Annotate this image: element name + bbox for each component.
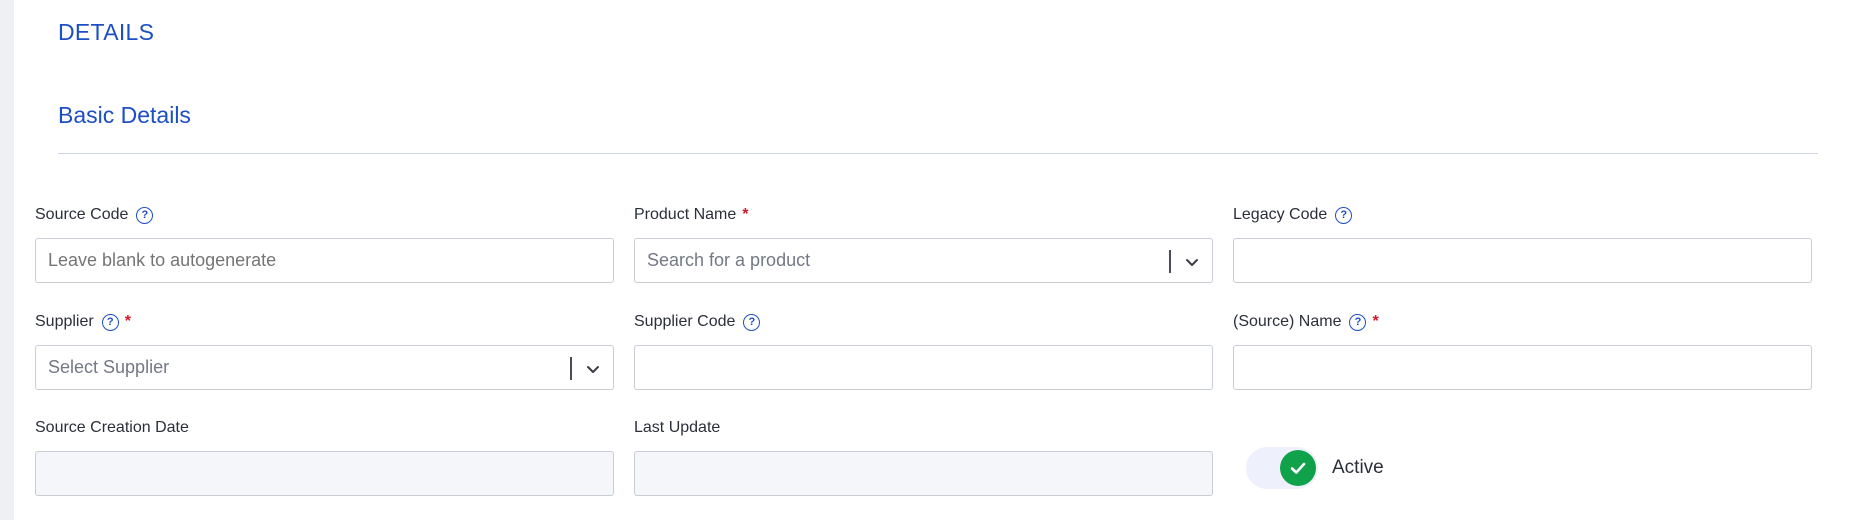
last-update-label: Last Update <box>634 419 721 436</box>
subsection-title: Basic Details <box>58 102 191 128</box>
source-name-input[interactable] <box>1233 345 1812 390</box>
source-name-label: (Source) Name <box>1233 313 1342 330</box>
product-name-placeholder: Search for a product <box>647 250 811 270</box>
chevron-down-icon[interactable] <box>1182 252 1202 272</box>
question-circle-icon[interactable]: ? <box>743 313 761 331</box>
legacy-code-label: Legacy Code <box>1233 206 1328 223</box>
toggle-knob <box>1280 450 1316 486</box>
supplier-code-field: Supplier Code ? <box>634 312 1213 390</box>
supplier-code-label: Supplier Code <box>634 313 736 330</box>
required-marker: * <box>742 206 749 223</box>
source-creation-date-input <box>35 451 614 496</box>
product-name-field: Product Name * Search for a product <box>634 205 1213 283</box>
legacy-code-field: Legacy Code ? <box>1233 205 1812 283</box>
question-circle-icon[interactable]: ? <box>101 313 119 331</box>
required-marker: * <box>1372 313 1379 330</box>
last-update-input <box>634 451 1213 496</box>
supplier-select[interactable]: Select Supplier <box>35 345 614 390</box>
legacy-code-input[interactable] <box>1233 238 1812 283</box>
source-code-input[interactable] <box>35 238 614 283</box>
source-code-field: Source Code ? <box>35 205 614 283</box>
active-toggle-label: Active <box>1332 457 1384 478</box>
select-separator <box>570 357 572 380</box>
chevron-down-icon[interactable] <box>583 359 603 379</box>
source-code-label: Source Code <box>35 206 129 223</box>
active-toggle[interactable] <box>1246 447 1318 489</box>
question-circle-icon[interactable]: ? <box>1349 313 1367 331</box>
supplier-code-input[interactable] <box>634 345 1213 390</box>
supplier-label: Supplier <box>35 313 94 330</box>
supplier-placeholder: Select Supplier <box>48 357 170 377</box>
active-toggle-group: Active <box>1246 447 1384 489</box>
check-icon <box>1290 462 1306 474</box>
question-circle-icon[interactable]: ? <box>136 206 154 224</box>
source-creation-date-label: Source Creation Date <box>35 419 189 436</box>
product-name-select[interactable]: Search for a product <box>634 238 1213 283</box>
product-name-label: Product Name <box>634 206 737 223</box>
select-separator <box>1169 250 1171 273</box>
source-creation-date-field: Source Creation Date <box>35 418 614 496</box>
details-card: DETAILS Basic Details Source Code ? Prod… <box>14 0 1851 520</box>
required-marker: * <box>124 313 131 330</box>
last-update-field: Last Update <box>634 418 1213 496</box>
source-name-field: (Source) Name ? * <box>1233 312 1812 390</box>
question-circle-icon[interactable]: ? <box>1335 206 1353 224</box>
supplier-field: Supplier ? * Select Supplier <box>35 312 614 390</box>
divider <box>58 153 1818 154</box>
section-title: DETAILS <box>58 19 155 45</box>
